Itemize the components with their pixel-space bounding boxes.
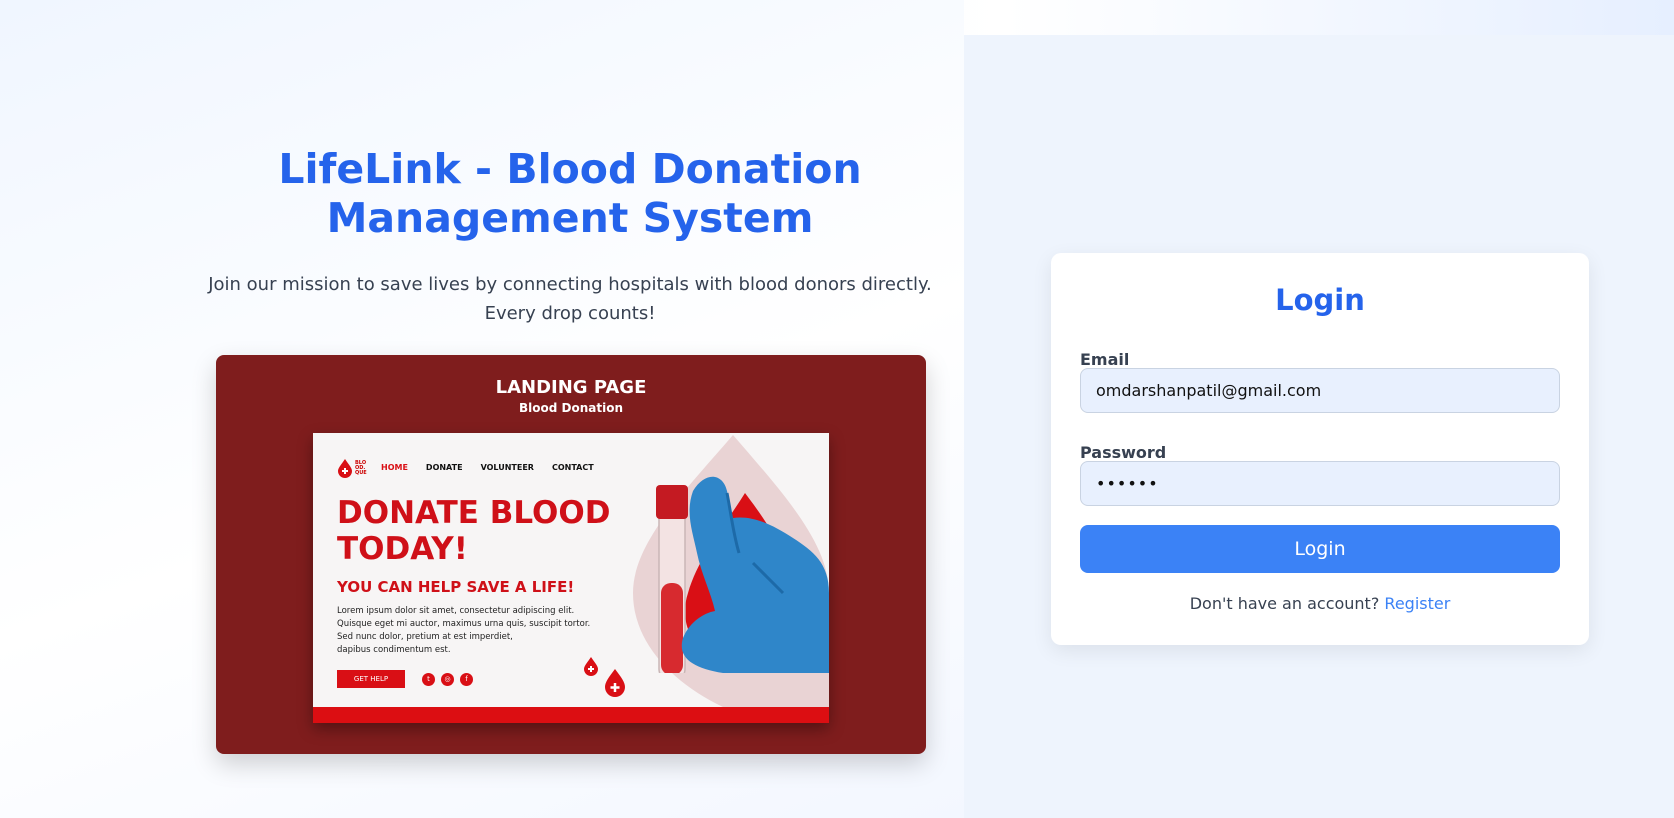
facebook-icon: f xyxy=(460,673,473,686)
mockup-nav-home: HOME xyxy=(381,463,408,472)
mockup-headline-line2: TODAY! xyxy=(337,531,468,567)
page-title-line1: LifeLink - Blood Donation xyxy=(278,145,862,193)
twitter-icon: t xyxy=(422,673,435,686)
mockup-social-icons: t ◎ f xyxy=(422,673,473,686)
mockup-headline-line1: DONATE BLOOD xyxy=(337,495,611,531)
page-title-line2: Management System xyxy=(326,194,814,242)
register-link[interactable]: Register xyxy=(1384,594,1450,613)
mockup-body-line: Quisque eget mi auctor, maximus urna qui… xyxy=(337,619,591,629)
email-field[interactable] xyxy=(1080,368,1560,413)
page-title: LifeLink - Blood Donation Management Sys… xyxy=(170,145,970,243)
blood-drops-icon xyxy=(584,657,625,697)
password-field[interactable] xyxy=(1080,461,1560,506)
mockup-nav: HOME DONATE VOLUNTEER CONTACT xyxy=(381,463,594,472)
login-button[interactable]: Login xyxy=(1080,525,1560,573)
mockup-tagline: YOU CAN HELP SAVE A LIFE! xyxy=(337,578,575,596)
mockup-get-help-button: GET HELP xyxy=(337,670,405,688)
mockup-nav-donate: DONATE xyxy=(425,463,463,472)
hero-subtitle: Join our mission to save lives by connec… xyxy=(200,270,940,328)
mockup-body-line: dapibus condimentum est. xyxy=(337,645,451,655)
banner-title: LANDING PAGE xyxy=(495,377,647,398)
login-title: Login xyxy=(1275,283,1365,317)
banner-subtitle: Blood Donation xyxy=(519,401,623,415)
mockup-body-line: Lorem ipsum dolor sit amet, consectetur … xyxy=(337,606,575,616)
mockup-headline: DONATE BLOOD TODAY! xyxy=(337,495,610,567)
mockup-nav-volunteer: VOLUNTEER xyxy=(480,463,534,472)
login-card: Login Email Password Login Don't have an… xyxy=(1051,253,1589,645)
mockup-body: Lorem ipsum dolor sit amet, consectetur … xyxy=(337,605,617,657)
hero-subtitle-line2: Every drop counts! xyxy=(484,303,656,324)
mockup-footer-bar xyxy=(313,707,829,723)
mockup-body-line: Sed nunc dolor, pretium at est imperdiet… xyxy=(337,632,513,642)
hero-subtitle-line1: Join our mission to save lives by connec… xyxy=(208,274,932,295)
mockup-nav-contact: CONTACT xyxy=(551,463,594,472)
test-tube-glove-image xyxy=(656,476,829,673)
email-label: Email xyxy=(1080,350,1130,369)
instagram-icon: ◎ xyxy=(441,673,454,686)
landing-page-mockup: BLO OD. QUE HOME DONATE VOLUNTEER CONTAC… xyxy=(313,433,829,723)
blood-drop-logo-icon xyxy=(338,459,352,478)
password-label: Password xyxy=(1080,443,1167,462)
mockup-logo: BLO OD. QUE xyxy=(337,458,367,478)
mockup-logo-text: BLO OD. QUE xyxy=(355,459,367,476)
register-prompt-text: Don't have an account? xyxy=(1189,594,1380,613)
register-prompt: Don't have an account? Register xyxy=(1051,594,1589,613)
landing-page-banner: LANDING PAGE Blood Donation BLO OD. QUE … xyxy=(216,355,926,754)
